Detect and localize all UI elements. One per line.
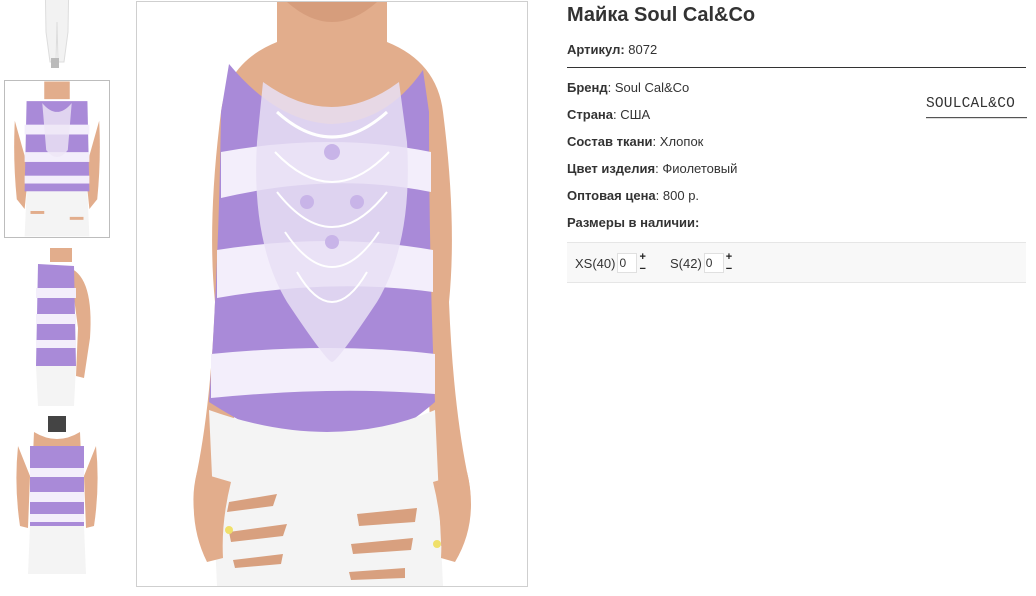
attribute-value: Soul Cal&Co — [614, 80, 690, 95]
quantity-stepper: + − — [726, 252, 732, 275]
attribute-value: Хлопок — [659, 134, 704, 149]
attribute-value: Фиолетовый — [662, 161, 738, 176]
thumbnail-back[interactable] — [4, 416, 110, 574]
attribute-label: Цвет изделия — [567, 161, 656, 176]
attribute-fabric: Состав ткани: Хлопок — [567, 134, 704, 149]
main-product-image — [137, 2, 527, 586]
sku-value: 8072 — [628, 42, 658, 57]
product-title: Майка Soul Cal&Co — [567, 4, 756, 26]
section-divider — [567, 67, 1026, 68]
attribute-value: США — [620, 107, 651, 122]
product-sku: Артикул: 8072 — [567, 42, 657, 57]
thumbnail-front[interactable] — [4, 80, 110, 238]
size-option-s: S(42) + − — [670, 252, 732, 275]
size-label: S(42) — [670, 255, 702, 271]
thumbnail-back-image — [4, 416, 110, 574]
main-product-photo[interactable] — [136, 1, 528, 587]
attribute-label: Бренд — [567, 80, 608, 95]
thumbnail-gallery — [0, 0, 114, 596]
size-option-xs: XS(40) + − — [575, 252, 646, 275]
attribute-value: 800 р. — [662, 188, 700, 203]
brand-logo[interactable]: SOULCAL&CO — [926, 90, 1027, 120]
attribute-color: Цвет изделия: Фиолетовый — [567, 161, 738, 176]
thumbnail-legs-image — [4, 0, 110, 70]
increment-button[interactable]: + — [726, 252, 732, 263]
size-label: XS(40) — [575, 255, 616, 271]
sku-label: Артикул: — [567, 42, 625, 57]
attribute-label: Оптовая цена — [567, 188, 656, 203]
decrement-button[interactable]: − — [726, 264, 732, 275]
thumbnail-front-image — [5, 81, 109, 237]
quantity-stepper: + − — [639, 252, 645, 275]
attribute-label: Состав ткани — [567, 134, 653, 149]
decrement-button[interactable]: − — [639, 264, 645, 275]
sizes-heading: Размеры в наличии: — [567, 215, 699, 230]
thumbnail-side[interactable] — [4, 248, 110, 406]
attribute-brand: Бренд: Soul Cal&Co — [567, 80, 690, 95]
increment-button[interactable]: + — [639, 252, 645, 263]
sizes-heading-label: Размеры в наличии: — [567, 215, 700, 230]
thumbnail-side-image — [4, 248, 110, 406]
size-selector: XS(40) + − S(42) + − — [567, 242, 1026, 283]
attribute-country: Страна: США — [567, 107, 651, 122]
thumbnail-legs[interactable] — [4, 0, 110, 70]
brand-logo-text: SOULCAL&CO — [926, 96, 1015, 112]
attribute-label: Страна — [567, 107, 614, 122]
quantity-input-xs[interactable] — [617, 253, 638, 273]
quantity-input-s[interactable] — [703, 253, 724, 273]
attribute-price: Оптовая цена: 800 р. — [567, 188, 700, 203]
